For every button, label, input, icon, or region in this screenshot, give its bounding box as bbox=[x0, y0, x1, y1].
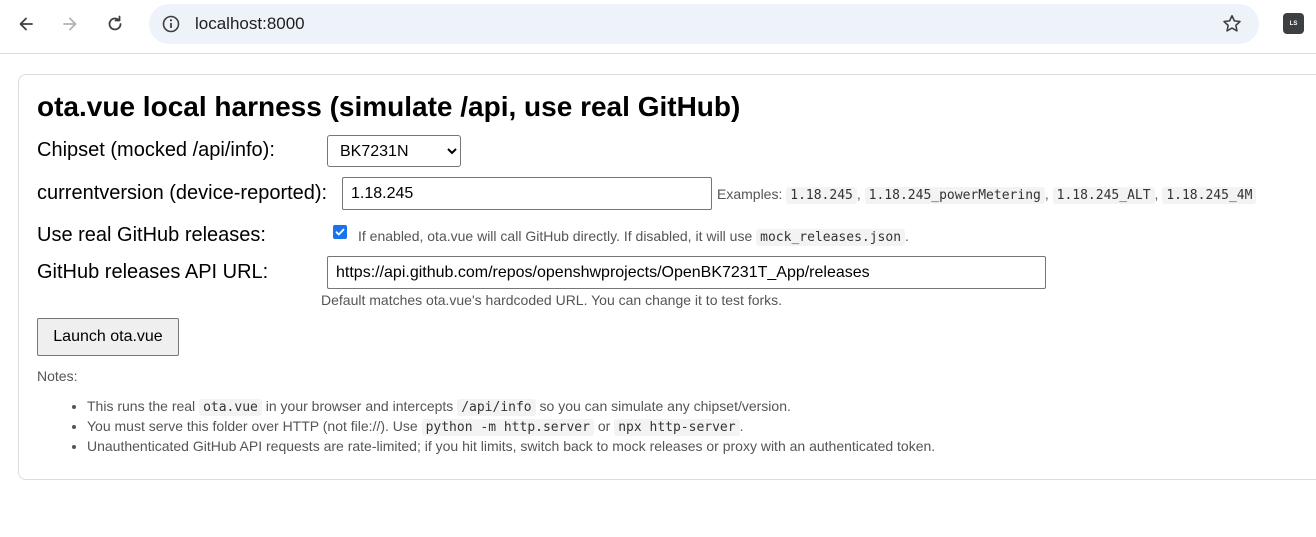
use-github-checkbox[interactable] bbox=[333, 225, 347, 239]
mock-releases-code: mock_releases.json bbox=[756, 229, 906, 246]
note-code: python -m http.server bbox=[421, 419, 594, 436]
arrow-right-icon bbox=[63, 17, 77, 31]
api-url-input[interactable] bbox=[327, 256, 1046, 289]
browser-toolbar: localhost:8000 LS bbox=[0, 0, 1316, 54]
note-item: Unauthenticated GitHub API requests are … bbox=[87, 437, 935, 455]
checkmark-icon bbox=[335, 228, 345, 236]
example-1: 1.18.245 bbox=[786, 187, 857, 204]
note-text: so you can simulate any chipset/version. bbox=[539, 398, 791, 414]
note-code: ota.vue bbox=[199, 399, 262, 416]
forward-button[interactable] bbox=[52, 6, 88, 42]
note-code: /api/info bbox=[457, 399, 536, 416]
page-title: ota.vue local harness (simulate /api, us… bbox=[37, 91, 741, 122]
note-text: . bbox=[739, 418, 744, 434]
note-text: in your browser and intercepts bbox=[265, 398, 454, 414]
notes-title: Notes: bbox=[37, 368, 78, 384]
harness-card: ota.vue local harness (simulate /api, us… bbox=[18, 74, 1316, 480]
hint-text: If enabled, ota.vue will call GitHub dir… bbox=[358, 228, 753, 244]
info-icon[interactable] bbox=[161, 14, 181, 34]
note-text: or bbox=[597, 418, 611, 434]
example-2: 1.18.245_powerMetering bbox=[864, 187, 1045, 204]
version-input[interactable] bbox=[342, 177, 712, 210]
example-3: 1.18.245_ALT bbox=[1052, 187, 1155, 204]
note-item: This runs the real ota.vue in your brows… bbox=[87, 397, 935, 417]
url-text[interactable]: localhost:8000 bbox=[195, 14, 305, 34]
reload-button[interactable] bbox=[97, 6, 133, 42]
extension-label: LS bbox=[1289, 20, 1298, 27]
examples-label: Examples: bbox=[717, 186, 783, 202]
note-item: You must serve this folder over HTTP (no… bbox=[87, 417, 935, 437]
arrow-left-icon bbox=[19, 17, 33, 31]
api-url-hint: Default matches ota.vue's hardcoded URL.… bbox=[321, 292, 783, 308]
sep: , bbox=[1044, 186, 1049, 202]
address-bar[interactable]: localhost:8000 bbox=[149, 4, 1259, 44]
chipset-select[interactable]: BK7231N bbox=[327, 135, 461, 167]
api-url-label: GitHub releases API URL: bbox=[37, 261, 269, 283]
note-code: npx http-server bbox=[614, 419, 740, 436]
sep: , bbox=[1154, 186, 1159, 202]
note-text: You must serve this folder over HTTP (no… bbox=[87, 418, 418, 434]
hint-suffix: . bbox=[905, 228, 909, 244]
note-text: Unauthenticated GitHub API requests are … bbox=[87, 438, 936, 454]
launch-button[interactable]: Launch ota.vue bbox=[37, 318, 179, 356]
bookmark-star-icon[interactable] bbox=[1221, 13, 1243, 35]
notes-list: This runs the real ota.vue in your brows… bbox=[69, 397, 935, 455]
back-button[interactable] bbox=[8, 6, 44, 42]
chipset-label: Chipset (mocked /api/info): bbox=[37, 139, 275, 161]
extension-icon[interactable]: LS bbox=[1283, 13, 1304, 34]
note-text: This runs the real bbox=[87, 398, 196, 414]
version-label: currentversion (device-reported): bbox=[37, 182, 328, 204]
version-examples: Examples: 1.18.245, 1.18.245_powerMeteri… bbox=[717, 185, 1257, 205]
sep: , bbox=[856, 186, 861, 202]
example-4: 1.18.245_4M bbox=[1162, 187, 1257, 204]
github-toggle-label: Use real GitHub releases: bbox=[37, 224, 266, 246]
github-toggle-hint: If enabled, ota.vue will call GitHub dir… bbox=[358, 227, 909, 247]
reload-icon bbox=[108, 15, 122, 31]
